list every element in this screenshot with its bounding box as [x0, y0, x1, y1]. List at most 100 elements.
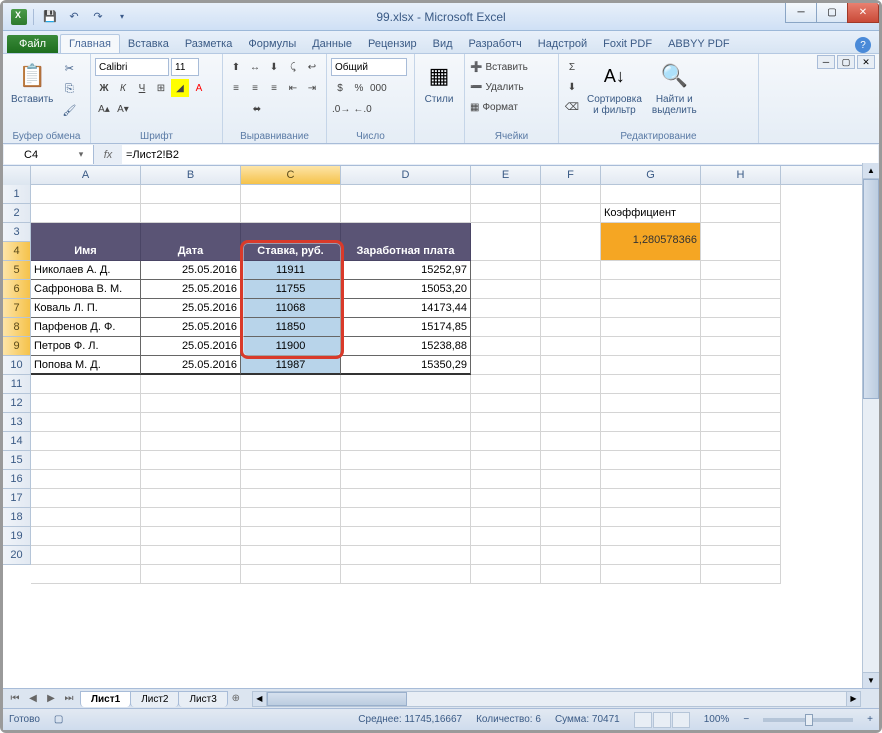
font-size-combo[interactable]	[171, 58, 199, 76]
cell[interactable]	[241, 470, 341, 489]
cell[interactable]	[701, 527, 781, 546]
tab-next-button[interactable]: ▶	[43, 691, 59, 707]
cell[interactable]: Попова М. Д.	[31, 356, 141, 375]
cell[interactable]	[541, 280, 601, 299]
cell[interactable]: 11911	[241, 261, 341, 280]
fill-button[interactable]: ◢	[171, 79, 189, 97]
cell[interactable]	[601, 280, 701, 299]
colhdr-B[interactable]: B	[141, 166, 241, 184]
cell[interactable]	[141, 375, 241, 394]
cell[interactable]	[341, 432, 471, 451]
cell[interactable]: Коваль Л. П.	[31, 299, 141, 318]
cell[interactable]: Коэффициент	[601, 204, 701, 223]
cell[interactable]: 11900	[241, 337, 341, 356]
cell[interactable]	[241, 451, 341, 470]
dec-decimal-button[interactable]: ←.0	[352, 100, 372, 118]
find-select-button[interactable]: 🔍 Найти и выделить	[648, 58, 701, 118]
cell[interactable]	[31, 546, 141, 565]
cell[interactable]	[341, 204, 471, 223]
cell[interactable]	[601, 546, 701, 565]
new-sheet-button[interactable]: ⊕	[228, 691, 244, 707]
scroll-left-button[interactable]: ◀	[253, 692, 267, 706]
cell[interactable]: 11850	[241, 318, 341, 337]
cell[interactable]: Заработная плата	[341, 223, 471, 261]
styles-button[interactable]: ▦ Стили	[419, 58, 459, 107]
cell[interactable]	[31, 527, 141, 546]
cell[interactable]	[471, 318, 541, 337]
zoom-slider[interactable]	[763, 718, 853, 722]
cell[interactable]	[541, 375, 601, 394]
sort-filter-button[interactable]: A↓ Сортировка и фильтр	[583, 58, 646, 118]
cell[interactable]	[471, 356, 541, 375]
cell[interactable]	[541, 413, 601, 432]
rowhdr-8[interactable]: 8	[3, 318, 31, 337]
cell[interactable]	[471, 432, 541, 451]
colhdr-G[interactable]: G	[601, 166, 701, 184]
cell[interactable]	[241, 204, 341, 223]
font-color-button[interactable]: A	[190, 79, 208, 97]
cell[interactable]	[541, 299, 601, 318]
cell[interactable]	[341, 565, 471, 584]
cell[interactable]	[471, 546, 541, 565]
vertical-scrollbar[interactable]: ▲ ▼	[862, 163, 879, 688]
cell[interactable]	[701, 508, 781, 527]
save-button[interactable]: 💾	[40, 7, 60, 27]
tab-foxit[interactable]: Foxit PDF	[595, 35, 660, 53]
zoom-knob[interactable]	[805, 714, 813, 726]
cell[interactable]	[541, 223, 601, 261]
cell[interactable]	[701, 185, 781, 204]
align-center-button[interactable]: ≡	[246, 79, 264, 97]
cell[interactable]	[541, 318, 601, 337]
scroll-right-button[interactable]: ▶	[846, 692, 860, 706]
cell[interactable]	[701, 223, 781, 261]
mdi-restore[interactable]: ▢	[837, 55, 855, 69]
grow-font-button[interactable]: A▴	[95, 100, 113, 118]
cell[interactable]	[701, 337, 781, 356]
cell[interactable]	[31, 394, 141, 413]
insert-cells-button[interactable]: ➕Вставить	[469, 58, 555, 76]
cell[interactable]	[471, 413, 541, 432]
cell[interactable]	[471, 261, 541, 280]
cell[interactable]: 25.05.2016	[141, 318, 241, 337]
cell[interactable]	[31, 375, 141, 394]
cell[interactable]	[601, 527, 701, 546]
autosum-button[interactable]: Σ	[563, 58, 581, 76]
cell[interactable]	[471, 565, 541, 584]
cell[interactable]	[701, 470, 781, 489]
cell[interactable]	[341, 508, 471, 527]
rowhdr-17[interactable]: 17	[3, 489, 31, 508]
cell[interactable]	[341, 375, 471, 394]
cell[interactable]: 11755	[241, 280, 341, 299]
tab-insert[interactable]: Вставка	[120, 35, 177, 53]
tab-review[interactable]: Рецензир	[360, 35, 425, 53]
cell[interactable]	[541, 470, 601, 489]
macro-record-icon[interactable]: ▢	[54, 714, 63, 725]
cell[interactable]	[541, 261, 601, 280]
cell[interactable]	[241, 546, 341, 565]
cell[interactable]	[241, 565, 341, 584]
cut-button[interactable]: ✂	[59, 58, 79, 78]
format-cells-button[interactable]: ▦Формат	[469, 98, 555, 116]
cell[interactable]	[31, 432, 141, 451]
rowhdr-5[interactable]: 5	[3, 261, 31, 280]
cell[interactable]	[241, 489, 341, 508]
copy-button[interactable]: ⎘	[59, 79, 79, 99]
cell[interactable]: Парфенов Д. Ф.	[31, 318, 141, 337]
cell[interactable]: Сафронова В. М.	[31, 280, 141, 299]
cell[interactable]	[471, 508, 541, 527]
tab-layout[interactable]: Разметка	[177, 35, 241, 53]
cell[interactable]	[601, 413, 701, 432]
sheet-tab-3[interactable]: Лист3	[178, 691, 227, 707]
cell[interactable]	[541, 185, 601, 204]
view-layout-button[interactable]	[653, 712, 671, 728]
cell[interactable]: 11987	[241, 356, 341, 375]
rowhdr-6[interactable]: 6	[3, 280, 31, 299]
cell[interactable]	[31, 508, 141, 527]
cell[interactable]	[471, 375, 541, 394]
percent-button[interactable]: %	[350, 79, 368, 97]
tab-home[interactable]: Главная	[60, 34, 120, 53]
cell[interactable]	[471, 337, 541, 356]
cell[interactable]	[541, 508, 601, 527]
tab-data[interactable]: Данные	[304, 35, 360, 53]
rowhdr-3[interactable]: 3	[3, 223, 31, 242]
